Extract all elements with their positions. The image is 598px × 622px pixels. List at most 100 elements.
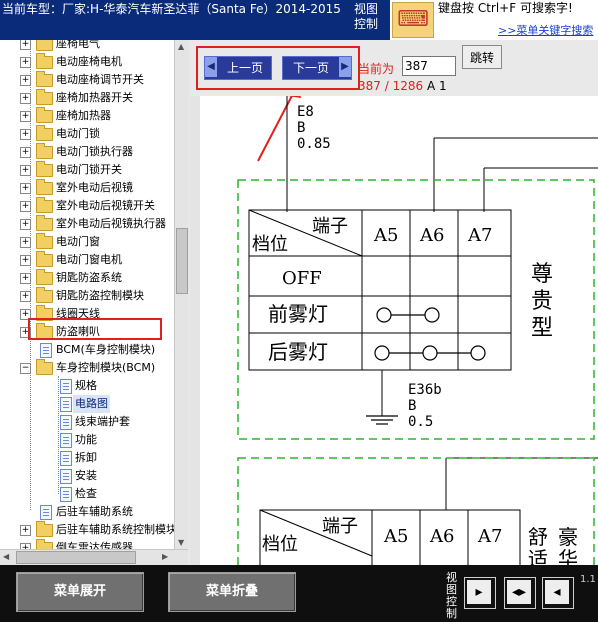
tree-node-power-seat-switch[interactable]: + 电动座椅调节开关	[0, 71, 188, 89]
tree-node-label: 电动座椅调节开关	[56, 73, 144, 86]
arrow-left-icon: ◂	[545, 580, 569, 604]
expand-icon[interactable]: +	[20, 165, 31, 176]
tree-node-label: 后驻车辅助系统	[56, 505, 133, 518]
tree-node-power-window[interactable]: + 电动门窗	[0, 233, 188, 251]
current-page-label: 当前为	[358, 62, 395, 76]
wiring-diagram: E8 B 0.85 端子 档位 A5 A6 A7 OFF 前雾灯 后雾灯 尊 贵…	[237, 96, 598, 565]
tree-node-installation[interactable]: 安装	[0, 467, 188, 485]
expand-icon[interactable]: +	[20, 237, 31, 248]
arrow-right-icon: ▸	[467, 580, 491, 604]
view-expand-left-button[interactable]: ◂	[542, 577, 574, 609]
split-icon: ◂▸	[507, 580, 531, 604]
tree-node-seat-electric[interactable]: + 座椅电气	[0, 40, 188, 53]
variant-char: 贵	[531, 289, 553, 314]
tree-node-immobilizer-system[interactable]: + 钥匙防盗系统	[0, 269, 188, 287]
open-folder-icon	[36, 359, 53, 375]
contact-point	[470, 345, 486, 361]
expand-icon[interactable]: +	[20, 93, 31, 104]
tree-node-label: 安装	[75, 469, 97, 482]
tree-node-seat-heater[interactable]: + 座椅加热器	[0, 107, 188, 125]
view-split-button[interactable]: ◂▸	[504, 577, 536, 609]
scroll-down-icon[interactable]: ▼	[178, 538, 184, 547]
next-page-button[interactable]: 下一页 ▶	[282, 56, 352, 80]
expand-menu-button[interactable]: 菜单展开	[16, 572, 144, 612]
tree-node-door-lock-actuator[interactable]: + 电动门锁执行器	[0, 143, 188, 161]
tree-horizontal-scroll-thumb[interactable]	[16, 551, 136, 564]
ground-wire-color: B	[408, 398, 416, 414]
tree-node-rear-parking-assist[interactable]: 后驻车辅助系统	[0, 503, 188, 521]
page-number-input[interactable]	[402, 56, 456, 76]
expand-icon[interactable]: +	[20, 273, 31, 284]
keyboard-icon: ⌨	[392, 2, 434, 38]
tree-node-label: 电动门窗	[56, 235, 100, 248]
expand-icon[interactable]: +	[20, 147, 31, 158]
tree-node-power-seat-motor[interactable]: + 电动座椅电机	[0, 53, 188, 71]
expand-icon[interactable]: +	[20, 111, 31, 122]
tree-vertical-scroll-thumb[interactable]	[176, 228, 188, 294]
tree-node-function[interactable]: 功能	[0, 431, 188, 449]
tree-node-immobilizer-module[interactable]: + 钥匙防盗控制模块	[0, 287, 188, 305]
tree-node-specification[interactable]: 规格	[0, 377, 188, 395]
tree-node-removal[interactable]: 拆卸	[0, 449, 188, 467]
expand-icon[interactable]: +	[20, 57, 31, 68]
tree-node-circuit-diagram[interactable]: 电路图	[0, 395, 188, 413]
header-bar: 当前车型：厂家:H-华泰汽车新圣达菲（Santa Fe）2014-2015 视图…	[0, 0, 598, 40]
folder-icon	[36, 107, 53, 123]
table-2-variant-luxury: 华	[558, 547, 578, 565]
tree-node-label: 拆卸	[75, 451, 97, 464]
tree-node-label: 座椅电气	[56, 40, 100, 50]
tree-node-body-control-module[interactable]: − 车身控制模块(BCM)	[0, 359, 188, 377]
tree-node-outside-mirror[interactable]: + 室外电动后视镜	[0, 179, 188, 197]
scroll-up-icon[interactable]: ▲	[178, 42, 184, 51]
variant-char: 型	[531, 316, 553, 341]
tree-node-outside-mirror-actuator[interactable]: + 室外电动后视镜执行器	[0, 215, 188, 233]
scroll-left-icon[interactable]: ◀	[3, 552, 9, 561]
tree-node-power-window-motor[interactable]: + 电动门窗电机	[0, 251, 188, 269]
tree-node-rear-parking-assist-module[interactable]: + 后驻车辅助系统控制模块	[0, 521, 188, 539]
menu-tree: + 座椅电气 + 电动座椅电机 + 电动座椅调节开关 + 座椅加热器开关 + 座椅加热器 …	[0, 40, 188, 565]
expand-icon[interactable]: +	[20, 40, 31, 50]
document-icon	[60, 451, 72, 466]
folder-icon	[36, 125, 53, 141]
table-1-col-a6: A6	[419, 225, 444, 246]
ground-wire-size: 0.5	[408, 414, 433, 430]
tree-node-harness-connector[interactable]: 线束端护套	[0, 413, 188, 431]
tree-node-bcm[interactable]: BCM(车身控制模块)	[0, 341, 188, 359]
expand-icon[interactable]: +	[20, 525, 31, 536]
zoom-level: 1.1	[580, 574, 596, 585]
folder-icon	[36, 197, 53, 213]
expand-icon[interactable]: +	[20, 255, 31, 266]
document-icon	[60, 379, 72, 394]
document-icon	[60, 469, 72, 484]
folder-icon	[36, 179, 53, 195]
folder-icon	[36, 143, 53, 159]
previous-page-label: 上一页	[226, 61, 263, 75]
table-1-header-terminal: 端子	[312, 216, 348, 237]
contact-point	[374, 345, 390, 361]
tree-node-label: 电动门窗电机	[56, 253, 122, 266]
menu-keyword-search-link[interactable]: >>菜单关键字搜索	[498, 22, 593, 38]
expand-icon[interactable]: +	[20, 219, 31, 230]
search-promo-banner[interactable]: ⌨ 键盘按 Ctrl+F 可搜索字! >>菜单关键字搜索	[390, 0, 598, 40]
jump-button[interactable]: 跳转	[462, 45, 502, 69]
tree-node-inspection[interactable]: 检查	[0, 485, 188, 503]
tree-vertical-scrollbar[interactable]	[174, 40, 189, 549]
collapse-menu-button[interactable]: 菜单折叠	[168, 572, 296, 612]
expand-icon[interactable]: +	[20, 75, 31, 86]
tree-node-door-lock-switch[interactable]: + 电动门锁开关	[0, 161, 188, 179]
contact-point	[422, 345, 438, 361]
table-1-row-front-fog: 前雾灯	[268, 302, 328, 326]
tree-node-power-door-lock[interactable]: + 电动门锁	[0, 125, 188, 143]
scroll-right-icon[interactable]: ▶	[162, 552, 168, 561]
expand-icon[interactable]: +	[20, 201, 31, 212]
expand-icon[interactable]: +	[20, 129, 31, 140]
tree-node-label: 规格	[75, 379, 97, 392]
expand-icon[interactable]: +	[20, 183, 31, 194]
view-expand-right-button[interactable]: ▸	[464, 577, 496, 609]
expand-icon[interactable]: +	[20, 291, 31, 302]
tree-node-seat-heater-switch[interactable]: + 座椅加热器开关	[0, 89, 188, 107]
folder-icon	[36, 251, 53, 267]
collapse-icon[interactable]: −	[20, 363, 31, 374]
tree-node-outside-mirror-switch[interactable]: + 室外电动后视镜开关	[0, 197, 188, 215]
previous-page-button[interactable]: ◀ 上一页	[204, 56, 272, 80]
